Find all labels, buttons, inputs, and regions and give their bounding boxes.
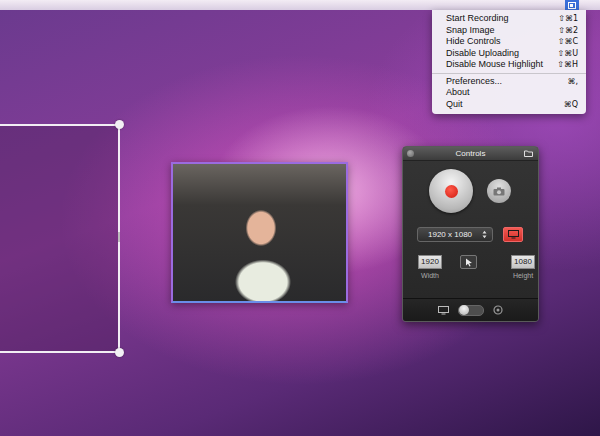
record-icon	[445, 185, 458, 198]
menu-item[interactable]: Start Recording⇧⌘1	[432, 13, 586, 25]
width-label: Width	[421, 271, 439, 280]
menu-item[interactable]: About	[432, 87, 586, 99]
menu-item[interactable]: Disable Mouse Highlight⇧⌘H	[432, 59, 586, 71]
close-button[interactable]	[407, 150, 414, 157]
folder-icon[interactable]	[524, 150, 533, 157]
resize-handle[interactable]	[115, 348, 124, 357]
monitor-icon	[508, 230, 519, 239]
height-field[interactable]: 1080	[511, 255, 535, 269]
snapshot-button[interactable]	[487, 179, 511, 203]
bottom-bar	[403, 298, 538, 321]
webcam-photo	[173, 164, 346, 301]
status-app-icon[interactable]	[565, 0, 579, 10]
display-icon[interactable]	[438, 306, 449, 315]
menu-item[interactable]: Hide Controls⇧⌘C	[432, 36, 586, 48]
resize-handle[interactable]	[115, 120, 124, 129]
menu-bar	[0, 0, 600, 10]
menu-item[interactable]: Quit⌘Q	[432, 99, 586, 111]
width-field[interactable]: 1920	[418, 255, 442, 269]
capture-area[interactable]	[0, 124, 120, 353]
menu-item[interactable]: Preferences...⌘,	[432, 76, 586, 88]
record-source-icon[interactable]	[493, 305, 503, 315]
toggle-knob	[459, 305, 469, 315]
record-button[interactable]	[429, 169, 473, 213]
app-icon	[568, 2, 576, 9]
controls-panel: Controls 1920 x 1080 1920 Width 1080 Height	[402, 146, 539, 322]
edge-handle[interactable]	[118, 232, 120, 242]
toggle-switch[interactable]	[458, 305, 484, 316]
menu-item[interactable]: Disable Uploading⇧⌘U	[432, 48, 586, 60]
camera-icon	[493, 187, 505, 196]
status-menu: Start Recording⇧⌘1Snap Image⇧⌘2Hide Cont…	[432, 10, 586, 114]
height-field-group: 1080 Height	[510, 255, 536, 280]
stepper-arrows-icon	[482, 230, 487, 239]
cursor-button[interactable]	[460, 255, 477, 269]
width-field-group: 1920 Width	[417, 255, 443, 280]
menu-separator	[432, 73, 586, 74]
menu-item[interactable]: Snap Image⇧⌘2	[432, 25, 586, 37]
resolution-dropdown[interactable]: 1920 x 1080	[417, 227, 493, 242]
webcam-preview[interactable]	[171, 162, 348, 303]
title-bar[interactable]: Controls	[403, 147, 538, 161]
height-label: Height	[513, 271, 533, 280]
desktop: Start Recording⇧⌘1Snap Image⇧⌘2Hide Cont…	[0, 0, 600, 436]
panel-title: Controls	[456, 147, 486, 160]
capture-area-button[interactable]	[503, 227, 523, 242]
cursor-icon	[465, 258, 473, 267]
